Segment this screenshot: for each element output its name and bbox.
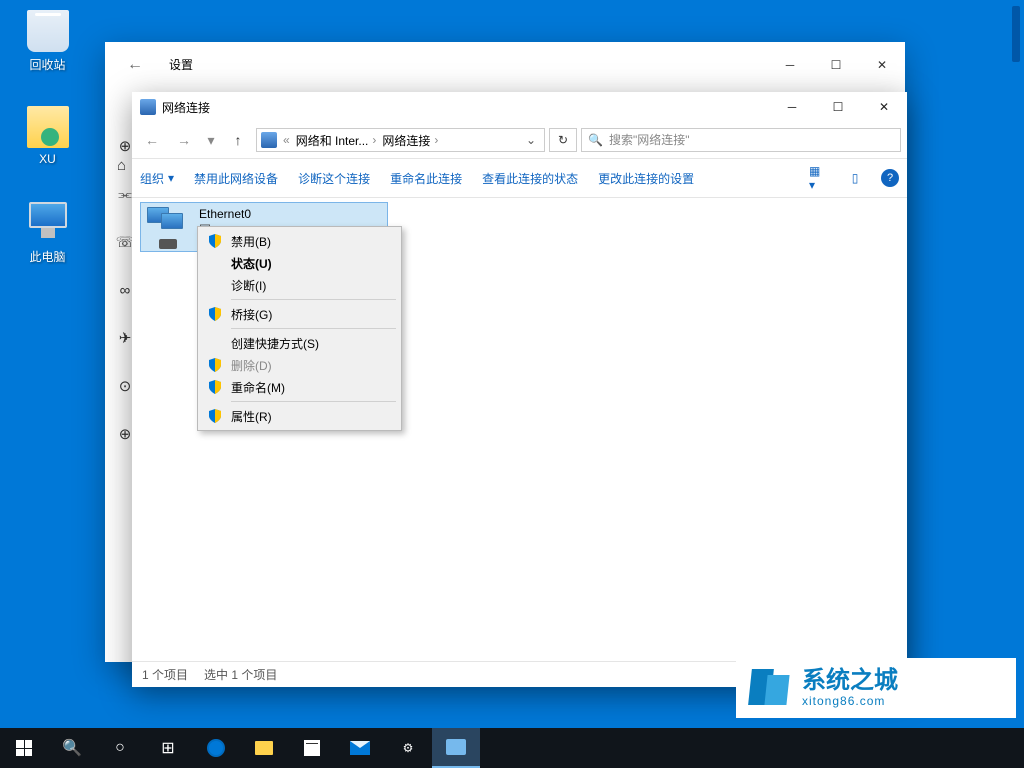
minimize-button[interactable]: ─ <box>767 49 813 81</box>
ethernet-icon <box>147 207 189 249</box>
ctx-separator <box>231 328 396 329</box>
nav-up-button[interactable]: ↑ <box>224 126 252 154</box>
ctx-separator <box>231 401 396 402</box>
taskbar-control-panel[interactable] <box>432 728 480 768</box>
command-toolbar: 组织 ▾ 禁用此网络设备 诊断这个连接 重命名此连接 查看此连接的状态 更改此连… <box>132 158 907 198</box>
nav-forward-button: → <box>170 126 198 154</box>
shield-icon <box>207 379 223 395</box>
nav-recent-dropdown[interactable]: ▾ <box>202 126 220 154</box>
ctx-separator <box>231 299 396 300</box>
maximize-button[interactable]: ☐ <box>813 49 859 81</box>
desktop-icon-folder-xu[interactable]: XU <box>10 106 85 166</box>
view-status-link[interactable]: 查看此连接的状态 <box>482 170 578 187</box>
ctx-properties[interactable]: 属性(R) <box>201 405 398 427</box>
close-button[interactable]: ✕ <box>859 49 905 81</box>
task-view-button[interactable]: ⊞ <box>144 728 192 768</box>
right-edge-indicator <box>1012 6 1020 62</box>
breadcrumb-segment-1[interactable]: 网络和 Inter... › <box>296 132 377 149</box>
chevron-right-icon: › <box>434 133 438 147</box>
search-box[interactable]: 🔍 <box>581 128 901 152</box>
shield-icon <box>207 306 223 322</box>
mail-icon <box>350 741 370 755</box>
shield-icon <box>207 357 223 373</box>
ctx-delete: 删除(D) <box>201 354 398 376</box>
help-button[interactable]: ? <box>881 169 899 187</box>
diagnose-link[interactable]: 诊断这个连接 <box>298 170 370 187</box>
ctx-status[interactable]: 状态(U) <box>201 252 398 274</box>
context-menu: 禁用(B) 状态(U) 诊断(I) 桥接(G) 创建快捷方式(S) 删除(D) … <box>197 226 402 431</box>
nav-back-button[interactable]: ← <box>138 126 166 154</box>
search-icon: 🔍 <box>588 133 603 147</box>
shield-icon <box>207 408 223 424</box>
search-button[interactable]: 🔍 <box>48 728 96 768</box>
ctx-disable[interactable]: 禁用(B) <box>201 230 398 252</box>
address-dropdown[interactable]: ⌄ <box>522 133 540 147</box>
network-window-icon <box>140 99 156 115</box>
taskbar-file-explorer[interactable] <box>240 728 288 768</box>
folder-icon <box>27 106 69 148</box>
item-count: 1 个项目 <box>142 666 188 683</box>
ctx-shortcut[interactable]: 创建快捷方式(S) <box>201 332 398 354</box>
disable-device-link[interactable]: 禁用此网络设备 <box>194 170 278 187</box>
taskbar-store[interactable] <box>288 728 336 768</box>
windows-icon <box>16 740 32 756</box>
change-settings-link[interactable]: 更改此连接的设置 <box>598 170 694 187</box>
address-folder-icon <box>261 132 277 148</box>
network-window-titlebar[interactable]: 网络连接 ─ ☐ ✕ <box>132 92 907 122</box>
cortana-button[interactable]: ○ <box>96 728 144 768</box>
ctx-diagnose[interactable]: 诊断(I) <box>201 274 398 296</box>
recycle-bin-icon <box>27 10 69 52</box>
chevron-right-icon: › <box>372 133 376 147</box>
rename-link[interactable]: 重命名此连接 <box>390 170 462 187</box>
start-button[interactable] <box>0 728 48 768</box>
back-button[interactable]: ← <box>113 43 157 87</box>
ctx-bridge[interactable]: 桥接(G) <box>201 303 398 325</box>
this-pc-icon <box>27 202 69 244</box>
connection-name: Ethernet0 <box>199 207 251 221</box>
refresh-button[interactable]: ↻ <box>549 128 577 152</box>
breadcrumb-prefix: « <box>283 133 290 147</box>
watermark-title: 系统之城 <box>802 668 1006 694</box>
desktop-icon-recycle-bin[interactable]: 回收站 <box>10 10 85 73</box>
address-bar[interactable]: « 网络和 Inter... › 网络连接 › ⌄ <box>256 128 545 152</box>
this-pc-label: 此电脑 <box>10 248 85 265</box>
taskbar-mail[interactable] <box>336 728 384 768</box>
edge-icon <box>207 739 225 757</box>
control-panel-icon <box>446 739 466 755</box>
breadcrumb-segment-2[interactable]: 网络连接 › <box>382 132 438 149</box>
maximize-button[interactable]: ☐ <box>815 92 861 122</box>
minimize-button[interactable]: ─ <box>769 92 815 122</box>
watermark: 系统之城 xitong86.com <box>736 658 1016 718</box>
settings-titlebar[interactable]: ← 设置 ─ ☐ ✕ <box>105 42 905 87</box>
organize-menu[interactable]: 组织 ▾ <box>140 170 174 187</box>
settings-title: 设置 <box>169 56 193 73</box>
address-bar-row: ← → ▾ ↑ « 网络和 Inter... › 网络连接 › ⌄ ↻ 🔍 <box>132 122 907 158</box>
chevron-down-icon: ▾ <box>168 171 174 185</box>
network-window-title: 网络连接 <box>162 99 210 116</box>
view-options-button[interactable]: ▦ ▾ <box>809 168 829 188</box>
ctx-rename[interactable]: 重命名(M) <box>201 376 398 398</box>
folder-xu-label: XU <box>10 152 85 166</box>
search-input[interactable] <box>609 133 894 147</box>
store-icon <box>304 740 320 756</box>
folder-icon <box>255 741 273 755</box>
close-button[interactable]: ✕ <box>861 92 907 122</box>
selected-count: 选中 1 个项目 <box>204 666 277 683</box>
taskbar-settings[interactable]: ⚙ <box>384 728 432 768</box>
watermark-url: xitong86.com <box>802 694 1006 708</box>
taskbar: 🔍 ○ ⊞ ⚙ <box>0 728 1024 768</box>
desktop-icon-this-pc[interactable]: 此电脑 <box>10 202 85 265</box>
gear-icon: ⚙ <box>403 741 414 755</box>
watermark-logo-icon <box>746 665 792 711</box>
taskbar-edge[interactable] <box>192 728 240 768</box>
shield-icon <box>207 233 223 249</box>
preview-pane-button[interactable]: ▯ <box>845 168 865 188</box>
recycle-bin-label: 回收站 <box>10 56 85 73</box>
